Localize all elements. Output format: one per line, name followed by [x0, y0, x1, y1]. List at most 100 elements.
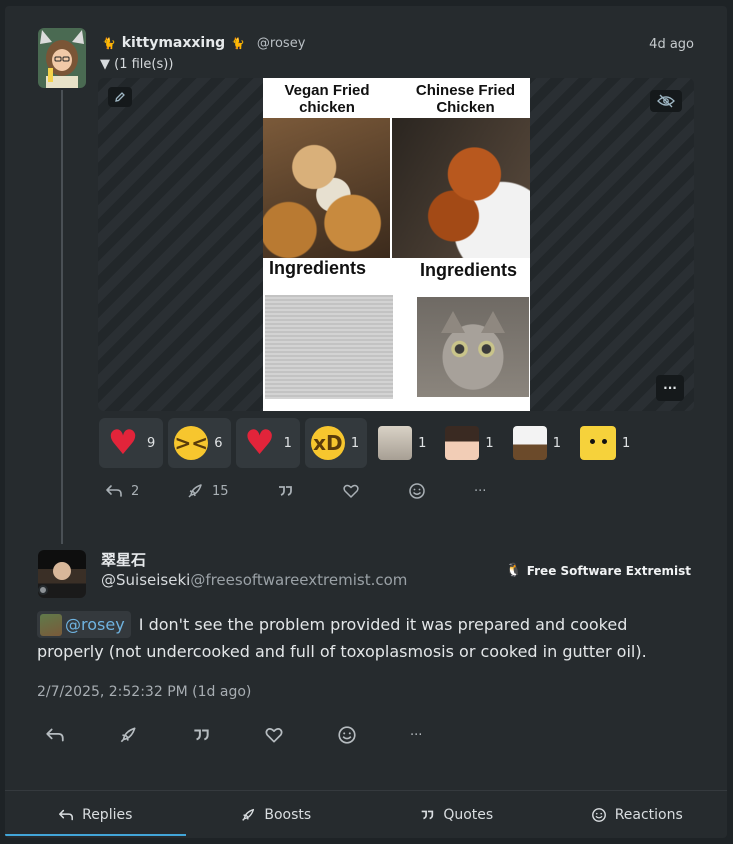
smile-icon [338, 726, 356, 744]
mention-link[interactable]: @rosey [37, 611, 131, 638]
reply-display-name[interactable]: 翠星石 [101, 549, 146, 570]
quote-icon [279, 486, 292, 496]
reaction-count: 6 [214, 435, 223, 451]
reactions-bar: ♥ 9 >< 6 ♥ 1 xD 1 1 1 1 1 [99, 418, 638, 468]
more-options-button[interactable]: ··· [410, 728, 422, 743]
ingredients-label-left: Ingredients [269, 258, 367, 278]
reply-icon [106, 485, 122, 497]
reaction-count: 1 [283, 435, 292, 451]
chinese-chicken-photo [391, 118, 530, 258]
author-handle[interactable]: @rosey [257, 36, 305, 51]
cat-photo [417, 297, 529, 397]
reaction-count: 1 [418, 435, 427, 451]
boost-button[interactable]: 15 [186, 482, 276, 500]
meme-image: Vegan Fried chicken Chinese Fried Chicke… [263, 78, 530, 411]
cat-custom-emoji-icon [378, 426, 413, 460]
reaction-anime-girl[interactable]: 1 [439, 418, 501, 468]
interaction-tabs: Replies Boosts Quotes Reactions [5, 790, 727, 838]
smile-icon [409, 483, 425, 499]
post-author[interactable]: 🐈 kittymaxxing 🐈 @rosey [102, 35, 305, 51]
heart-emoji-icon: ♥ [107, 423, 139, 463]
mention-avatar [40, 613, 62, 636]
tab-label: Boosts [264, 806, 312, 823]
cat-emoji-icon: 🐈 [102, 36, 116, 50]
heart-outline-icon [265, 728, 283, 743]
instance-badge[interactable]: 🐧 Free Software Extremist [506, 563, 691, 578]
reply-icon [46, 728, 64, 742]
reply-button[interactable] [45, 725, 118, 745]
vegan-chicken-photo [263, 118, 391, 258]
eye-off-icon[interactable] [650, 90, 682, 112]
reaction-count: 1 [350, 435, 360, 451]
reply-date[interactable]: 2/7/2025, 2:52:32 PM (1d ago) [37, 684, 251, 700]
rocket-icon [188, 484, 202, 498]
tab-reactions[interactable]: Reactions [547, 791, 728, 838]
tux-icon: 🐧 [505, 563, 522, 578]
reaction-pikachu[interactable]: 1 [574, 418, 638, 468]
reply-count: 2 [131, 483, 140, 499]
red-heart-emoji-icon: ♥ [244, 423, 275, 463]
rocket-icon [120, 727, 136, 743]
heart-outline-icon [343, 484, 359, 498]
tab-label: Reactions [614, 806, 683, 823]
instance-badge-label: Free Software Extremist [526, 563, 691, 578]
status-dot [38, 585, 48, 595]
meme-label-left: Vegan Fried chicken [284, 82, 370, 116]
more-options-button[interactable]: ··· [474, 484, 486, 499]
quote-button[interactable] [191, 725, 264, 745]
reaction-red-heart[interactable]: ♥ 1 [235, 418, 300, 468]
reply-content: @rosey I don't see the problem provided … [37, 611, 697, 665]
quote-icon [194, 729, 209, 741]
quote-button[interactable] [276, 482, 342, 500]
favorite-button[interactable] [342, 482, 408, 500]
media-attachment[interactable]: Vegan Fried chicken Chinese Fried Chicke… [98, 78, 694, 411]
reply-handle[interactable]: @Suiseiseki@freesoftwareextremist.com [101, 571, 407, 589]
reaction-count: 9 [147, 435, 156, 451]
reply-button[interactable]: 2 [105, 482, 186, 500]
favorite-button[interactable] [264, 725, 337, 745]
files-toggle[interactable]: ▼ (1 file(s)) [100, 57, 173, 72]
reply-icon [59, 809, 74, 820]
eagle-custom-emoji-icon [512, 426, 547, 460]
tab-replies[interactable]: Replies [5, 791, 186, 838]
rofl-emoji-icon: xD [310, 426, 345, 460]
reaction-count: 1 [485, 435, 494, 451]
ingredients-left-image [265, 295, 393, 399]
boost-button[interactable] [118, 725, 191, 745]
react-button[interactable] [337, 725, 410, 745]
post-timestamp[interactable]: 4d ago [649, 37, 694, 52]
tab-quotes[interactable]: Quotes [366, 791, 547, 838]
reaction-eagle[interactable]: 1 [507, 418, 569, 468]
smile-icon [591, 807, 606, 822]
quote-icon [421, 810, 434, 819]
post-thread-panel: 🐈 kittymaxxing 🐈 @rosey 4d ago ▼ (1 file… [5, 6, 727, 838]
surprised-pikachu-emoji-icon [579, 426, 616, 460]
tab-label: Quotes [443, 806, 494, 823]
reaction-laughing[interactable]: >< 6 [168, 418, 231, 468]
meme-divider [390, 118, 392, 258]
mention-handle: @rosey [65, 615, 125, 634]
author-display-name[interactable]: kittymaxxing [122, 35, 226, 51]
thread-connector [61, 90, 63, 544]
boost-count: 15 [212, 483, 229, 499]
tab-label: Replies [82, 806, 133, 823]
anime-girl-custom-emoji-icon [445, 426, 480, 460]
laughing-emoji-icon: >< [174, 426, 209, 460]
react-button[interactable] [408, 482, 474, 500]
reaction-rofl[interactable]: xD 1 [304, 418, 368, 468]
post-actions: 2 15 ··· [105, 482, 486, 500]
reply-handle-domain: @freesoftwareextremist.com [190, 571, 408, 589]
avatar[interactable] [38, 28, 86, 88]
meme-label-right: Chinese Fried Chicken [415, 82, 516, 116]
reaction-count: 1 [621, 435, 631, 451]
more-icon: ··· [410, 727, 423, 743]
reaction-cat[interactable]: 1 [372, 418, 434, 468]
more-icon: ··· [474, 483, 487, 499]
reaction-heart[interactable]: ♥ 9 [99, 418, 164, 468]
ingredients-label-right: Ingredients [420, 260, 518, 280]
reaction-count: 1 [552, 435, 561, 451]
reply-actions: ··· [45, 725, 422, 745]
pencil-icon[interactable] [108, 87, 132, 107]
tab-boosts[interactable]: Boosts [186, 791, 367, 838]
media-more-button[interactable]: ··· [656, 375, 684, 401]
